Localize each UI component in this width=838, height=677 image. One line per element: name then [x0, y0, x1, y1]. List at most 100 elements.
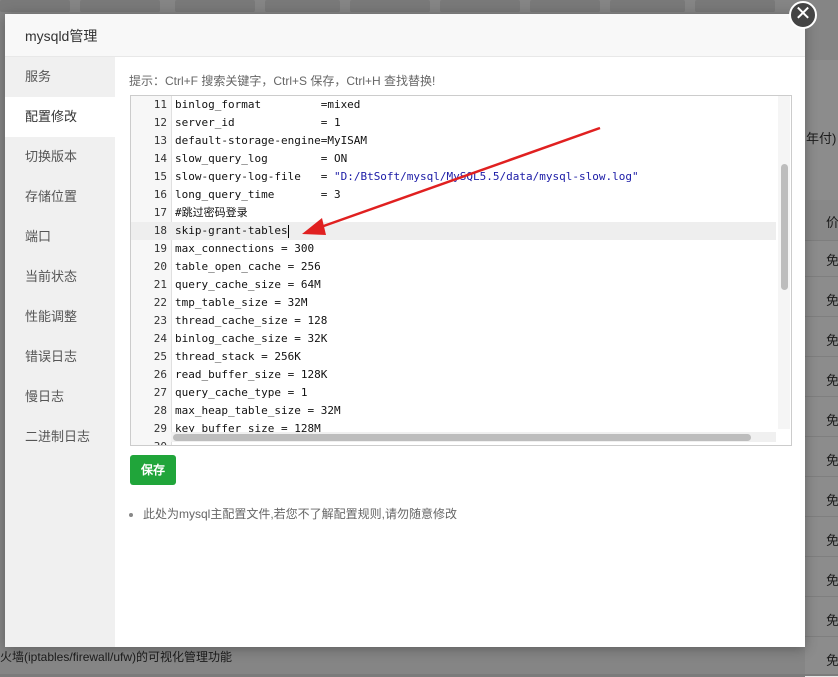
sidebar-item[interactable]: 切换版本	[5, 137, 115, 177]
code-text: table_open_cache = 256	[175, 260, 321, 273]
code-text: query_cache_size = 64M	[175, 278, 321, 291]
code-line[interactable]: 12 server_id = 1	[131, 114, 776, 132]
line-code: long_query_time = 3	[175, 186, 341, 204]
code-text: binlog_cache_size = 32K	[175, 332, 328, 345]
line-code: query_cache_size = 64M	[175, 276, 321, 294]
close-icon[interactable]: ✕	[789, 1, 817, 29]
code-text: slow_query_log = ON	[175, 152, 348, 165]
code-text: server_id = 1	[175, 116, 341, 129]
sidebar-item[interactable]: 慢日志	[5, 377, 115, 417]
line-code: thread_stack = 256K	[175, 348, 301, 366]
line-code: table_open_cache = 256	[175, 258, 321, 276]
line-number: 13	[153, 134, 167, 147]
code-line[interactable]: 15 slow-query-log-file = "D:/BtSoft/mysql…	[131, 168, 776, 186]
line-code: max_heap_table_size = 32M	[175, 402, 341, 420]
code-line[interactable]: 28 max_heap_table_size = 32M	[131, 402, 776, 420]
line-number: 21	[153, 278, 167, 291]
code-text: tmp_table_size = 32M	[175, 296, 308, 309]
code-text: max_heap_table_size = 32M	[175, 404, 341, 417]
code-line[interactable]: 20 table_open_cache = 256	[131, 258, 776, 276]
line-number: 11	[153, 98, 167, 111]
config-warning-note: 此处为mysql主配置文件,若您不了解配置规则,请勿随意修改	[129, 505, 457, 522]
line-number: 28	[153, 404, 167, 417]
code-text: long_query_time = 3	[175, 188, 341, 201]
code-line[interactable]: 27 query_cache_type = 1	[131, 384, 776, 402]
code-text: slow-query-log-file =	[175, 170, 334, 183]
vertical-scrollbar-thumb[interactable]	[781, 164, 788, 290]
line-number: 20	[153, 260, 167, 273]
line-code: server_id = 1	[175, 114, 341, 132]
code-line[interactable]: 19 max_connections = 300	[131, 240, 776, 258]
code-line[interactable]: 11 binlog_format =mixed	[131, 96, 776, 114]
line-number: 22	[153, 296, 167, 309]
code-text: skip-grant-tables	[175, 224, 288, 237]
code-line[interactable]: 22 tmp_table_size = 32M	[131, 294, 776, 312]
line-code: slow-query-log-file = "D:/BtSoft/mysql/M…	[175, 168, 639, 186]
sidebar-item[interactable]: 存储位置	[5, 177, 115, 217]
line-code: slow_query_log = ON	[175, 150, 347, 168]
line-code: skip-grant-tables	[175, 222, 289, 240]
dialog-header: mysqld管理	[5, 14, 805, 57]
line-number: 29	[153, 422, 167, 435]
bullet-icon	[129, 512, 133, 517]
line-number: 26	[153, 368, 167, 381]
shortcut-hint: 提示：Ctrl+F 搜索关键字，Ctrl+S 保存，Ctrl+H 查找替换!	[129, 74, 436, 88]
code-line[interactable]: 26 read_buffer_size = 128K	[131, 366, 776, 384]
code-text: binlog_format =mixed	[175, 98, 361, 111]
code-text: default-storage-engine=MyISAM	[175, 134, 368, 147]
code-line[interactable]: 17 #跳过密码登录	[131, 204, 776, 222]
line-code: binlog_cache_size = 32K	[175, 330, 327, 348]
code-line[interactable]: 24 binlog_cache_size = 32K	[131, 330, 776, 348]
code-line[interactable]: 25 thread_stack = 256K	[131, 348, 776, 366]
dialog-sidebar: 服务 配置修改 切换版本 存储位置 端口 当前状态 性能调整 错误日志 慢日志 二进制日志	[5, 57, 115, 647]
line-code: tmp_table_size = 32M	[175, 294, 307, 312]
sidebar-item[interactable]: 二进制日志	[5, 417, 115, 457]
line-number: 18	[153, 224, 167, 237]
code-text: thread_cache_size = 128	[175, 314, 328, 327]
code-text: max_connections = 300	[175, 242, 315, 255]
line-code: max_connections = 300	[175, 240, 314, 258]
mysqld-manager-dialog: mysqld管理 服务 配置修改 切换版本 存储位置 端口 当前状态 性能调整 错误日志 慢日志…	[5, 14, 805, 647]
code-line[interactable]: 14 slow_query_log = ON	[131, 150, 776, 168]
line-code: #跳过密码登录	[175, 204, 248, 222]
save-button[interactable]: 保存	[130, 455, 176, 485]
code-line[interactable]: 23 thread_cache_size = 128	[131, 312, 776, 330]
line-code: query_cache_type = 1	[175, 384, 307, 402]
line-number: 24	[153, 332, 167, 345]
line-number: 25	[153, 350, 167, 363]
config-editor[interactable]: 11 binlog_format =mixed 12 server_id = 1 13 d…	[130, 95, 792, 446]
line-number: 12	[153, 116, 167, 129]
line-code: thread_cache_size = 128	[175, 312, 327, 330]
code-text: read_buffer_size = 128K	[175, 368, 328, 381]
code-string: "D:/BtSoft/mysql/MySQL5.5/data/mysql-slo…	[333, 170, 639, 183]
code-line[interactable]: 18 skip-grant-tables	[131, 222, 776, 240]
horizontal-scrollbar-thumb[interactable]	[173, 434, 751, 441]
code-text: thread_stack = 256K	[175, 350, 301, 363]
code-line[interactable]: 13 default-storage-engine=MyISAM	[131, 132, 776, 150]
line-number: 17	[153, 206, 167, 219]
sidebar-item[interactable]: 服务	[5, 57, 115, 97]
dialog-content: 提示：Ctrl+F 搜索关键字，Ctrl+S 保存，Ctrl+H 查找替换! 1…	[115, 57, 805, 647]
sidebar-item[interactable]: 配置修改	[5, 97, 115, 137]
line-number: 19	[153, 242, 167, 255]
sidebar-item[interactable]: 错误日志	[5, 337, 115, 377]
sidebar-item[interactable]: 端口	[5, 217, 115, 257]
code-text: query_cache_type = 1	[175, 386, 308, 399]
line-number: 16	[153, 188, 167, 201]
code-line[interactable]: 16 long_query_time = 3	[131, 186, 776, 204]
line-code: read_buffer_size = 128K	[175, 366, 327, 384]
config-warning-text: 此处为mysql主配置文件,若您不了解配置规则,请勿随意修改	[143, 507, 458, 521]
dialog-title: mysqld管理	[25, 28, 98, 44]
line-number: 15	[153, 170, 167, 183]
line-number: 14	[153, 152, 167, 165]
line-number: 30	[131, 438, 167, 445]
text-cursor	[287, 224, 289, 238]
sidebar-item[interactable]: 性能调整	[5, 297, 115, 337]
sidebar-item[interactable]: 当前状态	[5, 257, 115, 297]
code-text: #跳过密码登录	[175, 206, 248, 219]
line-number: 27	[153, 386, 167, 399]
line-number: 23	[153, 314, 167, 327]
line-code: binlog_format =mixed	[175, 96, 360, 114]
code-line[interactable]: 21 query_cache_size = 64M	[131, 276, 776, 294]
line-code: default-storage-engine=MyISAM	[175, 132, 367, 150]
